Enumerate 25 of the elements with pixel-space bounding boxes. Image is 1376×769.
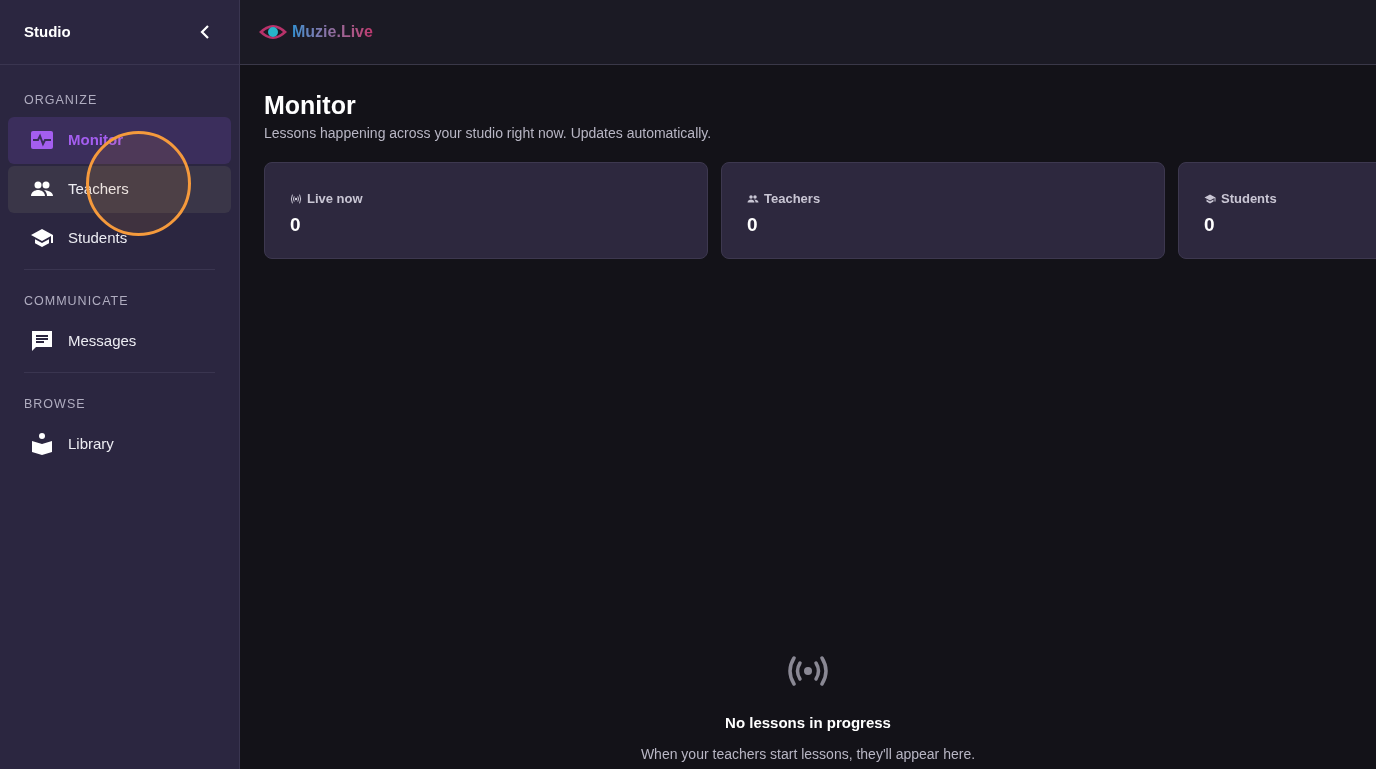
sidebar-item[interactable]: Messages [8, 317, 231, 365]
empty-state-title: No lessons in progress [725, 712, 891, 733]
page-title: Monitor [264, 90, 357, 121]
stat-label: Teachers [764, 190, 821, 208]
sidebar-item[interactable]: Students [8, 214, 231, 262]
sidebar-title: Studio [24, 21, 71, 42]
sidebar-item[interactable]: Library [8, 420, 231, 468]
eye-logo-icon [258, 22, 288, 42]
stat-label: Students [1221, 190, 1277, 208]
people-icon [747, 192, 759, 205]
section-heading: BROWSE [23, 395, 87, 413]
empty-state-text: When your teachers start lessons, they'll appear here. [640, 745, 976, 764]
stat-value: 0 [290, 212, 302, 237]
broadcast-icon [787, 655, 829, 686]
reader-book-icon [30, 431, 54, 456]
chat-icon [30, 329, 54, 353]
stat-value: 0 [1204, 212, 1216, 237]
page-subtitle: Lessons happening across your studio right now. Updates automatically. [264, 124, 713, 143]
graduation-cap-icon [1204, 192, 1216, 205]
chevron-left-icon [199, 25, 211, 39]
broadcast-icon [290, 192, 302, 205]
section-heading: COMMUNICATE [23, 292, 130, 310]
stat-label: Live now [307, 190, 363, 208]
section-heading: ORGANIZE [23, 92, 99, 109]
stat-value: 0 [747, 212, 759, 237]
